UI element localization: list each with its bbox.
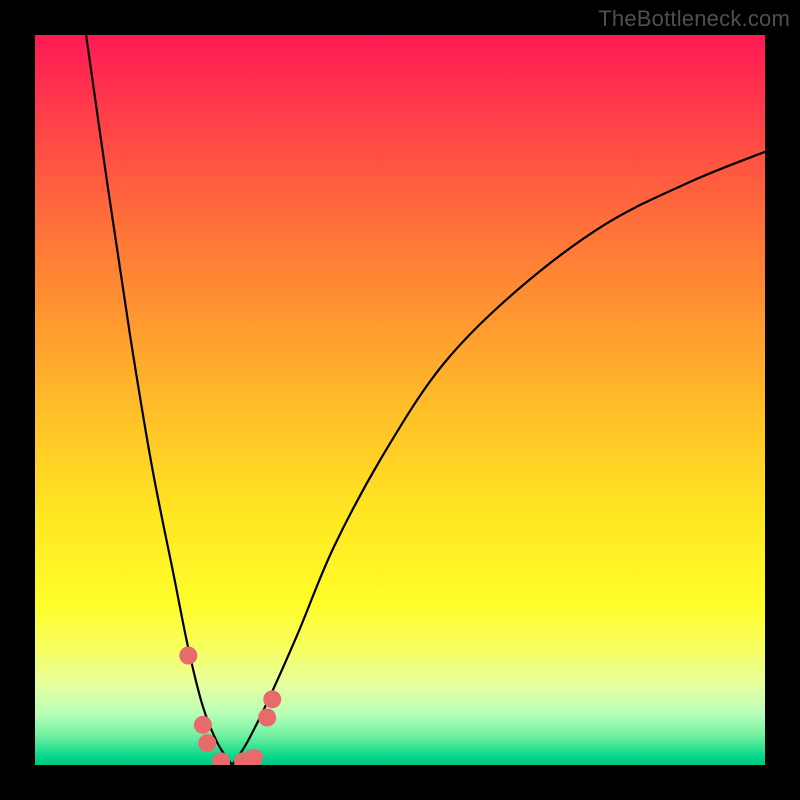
marker-dot	[194, 716, 212, 734]
curve-layer	[35, 35, 765, 765]
attribution-text: TheBottleneck.com	[598, 6, 790, 32]
bottleneck-curve-right	[232, 152, 765, 765]
marker-dot	[198, 734, 216, 752]
marker-dot	[179, 647, 197, 665]
marker-dot	[258, 709, 276, 727]
chart-frame: TheBottleneck.com	[0, 0, 800, 800]
marker-dot	[245, 749, 263, 765]
marker-dot	[263, 690, 281, 708]
bottleneck-curve-left	[86, 35, 232, 765]
plot-area	[35, 35, 765, 765]
marker-dot	[212, 752, 230, 765]
